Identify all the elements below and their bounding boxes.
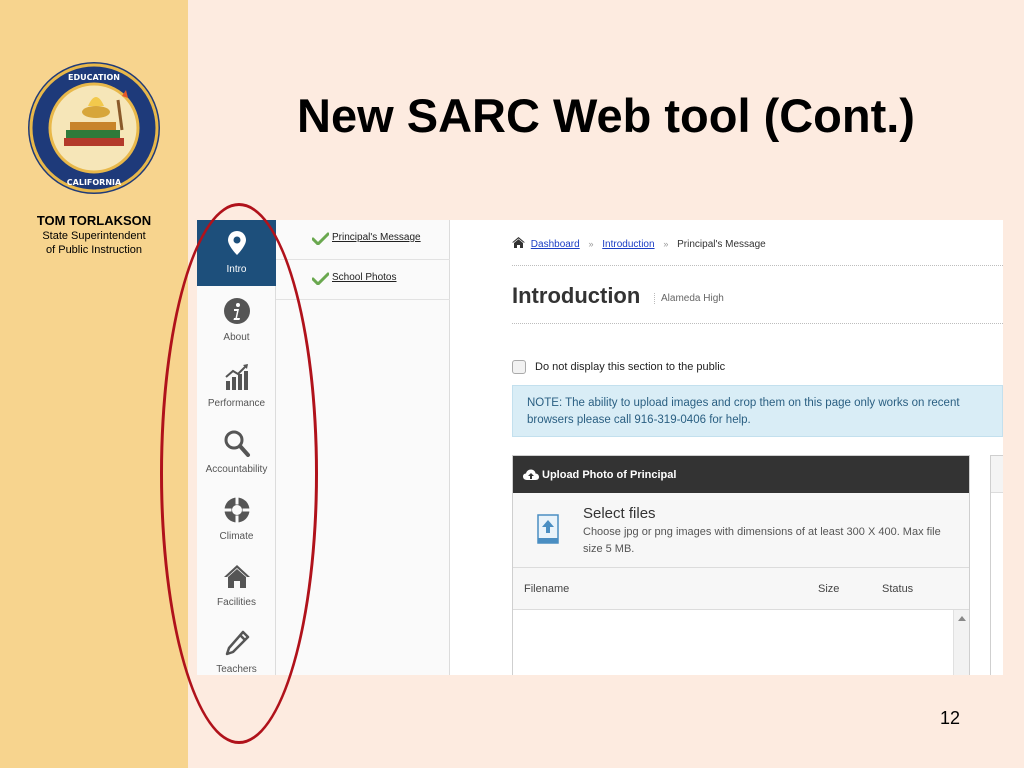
nav-label: Teachers	[216, 664, 257, 675]
info-icon	[224, 298, 250, 324]
main-content: Dashboard » Introduction » Principal's M…	[450, 220, 1003, 675]
select-files-description: Choose jpg or png images with dimensions…	[583, 526, 941, 555]
divider	[512, 265, 1003, 266]
file-table-header: Filename Size Status	[513, 568, 969, 610]
slide-title: New SARC Web tool (Cont.)	[297, 89, 915, 142]
cloud-upload-icon	[523, 469, 539, 480]
nav-item-about[interactable]: About	[197, 288, 276, 354]
checkmark-icon	[312, 232, 329, 245]
breadcrumb-dashboard-link[interactable]: Dashboard	[531, 239, 580, 250]
note-alert: NOTE: The ability to upload images and c…	[512, 385, 1003, 437]
column-header-filename: Filename	[524, 583, 570, 595]
nav-item-performance[interactable]: Performance	[197, 354, 276, 420]
nav-item-accountability[interactable]: Accountability	[197, 420, 276, 486]
breadcrumb-separator: »	[663, 239, 669, 249]
presenter-title: of Public Instruction	[46, 244, 142, 256]
nav-label: Climate	[219, 531, 254, 542]
svg-text:EDUCATION: EDUCATION	[68, 73, 120, 82]
bar-chart-trend-icon	[225, 364, 248, 390]
nav-label: Intro	[226, 264, 247, 275]
crop-panel	[990, 455, 1003, 675]
select-files-title[interactable]: Select files	[583, 505, 656, 522]
subsection-list: Principal's Message School Photos	[276, 220, 450, 675]
nav-item-intro[interactable]: Intro	[197, 220, 276, 286]
hide-section-checkbox[interactable]	[512, 360, 526, 374]
nav-item-climate[interactable]: Climate	[197, 487, 276, 553]
school-name: Alameda High	[654, 293, 724, 304]
upload-file-icon	[537, 514, 559, 544]
home-icon	[224, 565, 250, 588]
sarc-web-tool-screenshot: Intro About Performance Accountability C…	[197, 220, 1003, 675]
page-number: 12	[940, 708, 961, 728]
section-item-school-photos[interactable]: School Photos	[276, 260, 450, 300]
upload-title: Upload Photo of Principal	[542, 469, 677, 481]
section-link[interactable]: School Photos	[332, 272, 397, 283]
upload-panel-header: Upload Photo of Principal	[513, 456, 969, 493]
map-pin-icon	[228, 231, 246, 255]
nav-label: Facilities	[217, 597, 256, 608]
breadcrumb-current: Principal's Message	[677, 239, 766, 250]
svg-text:CALIFORNIA: CALIFORNIA	[67, 178, 122, 187]
home-icon[interactable]	[512, 237, 525, 248]
magnifier-icon	[224, 430, 250, 457]
file-dropzone[interactable]: Select files Choose jpg or png images wi…	[513, 493, 969, 568]
section-link[interactable]: Principal's Message	[332, 232, 421, 243]
life-ring-icon	[224, 497, 250, 523]
file-table-scrollbar[interactable]	[953, 610, 969, 675]
checkmark-icon	[312, 272, 329, 285]
crop-panel-header	[991, 456, 1003, 493]
scroll-up-icon[interactable]	[958, 616, 966, 621]
nav-item-facilities[interactable]: Facilities	[197, 553, 276, 619]
column-header-status: Status	[882, 583, 914, 595]
nav-label: About	[223, 332, 250, 343]
divider	[512, 323, 1003, 324]
column-header-size: Size	[818, 583, 840, 595]
hide-section-label: Do not display this section to the publi…	[535, 361, 726, 373]
pencil-icon	[225, 630, 250, 656]
page-title: Introduction	[512, 283, 641, 308]
note-text: NOTE: The ability to upload images and c…	[527, 397, 960, 426]
presenter-name: TOM TORLAKSON	[36, 213, 152, 228]
nav-label: Accountability	[205, 464, 268, 475]
upload-panel: Upload Photo of Principal Select files C…	[512, 455, 970, 675]
breadcrumb: Dashboard » Introduction » Principal's M…	[512, 237, 766, 250]
section-item-principals-message[interactable]: Principal's Message	[276, 220, 450, 260]
breadcrumb-separator: »	[588, 239, 594, 249]
presenter-title: State Superintendent	[42, 230, 146, 242]
nav-label: Performance	[207, 398, 266, 409]
slide-sidebar: EDUCATION CALIFORNIA TOM TORLAKSON State…	[0, 0, 188, 768]
breadcrumb-introduction-link[interactable]: Introduction	[602, 239, 654, 250]
section-nav: Intro About Performance Accountability C…	[197, 220, 276, 675]
nav-item-teachers[interactable]: Teachers	[197, 620, 276, 675]
department-of-education-seal-icon: EDUCATION CALIFORNIA	[28, 62, 160, 194]
